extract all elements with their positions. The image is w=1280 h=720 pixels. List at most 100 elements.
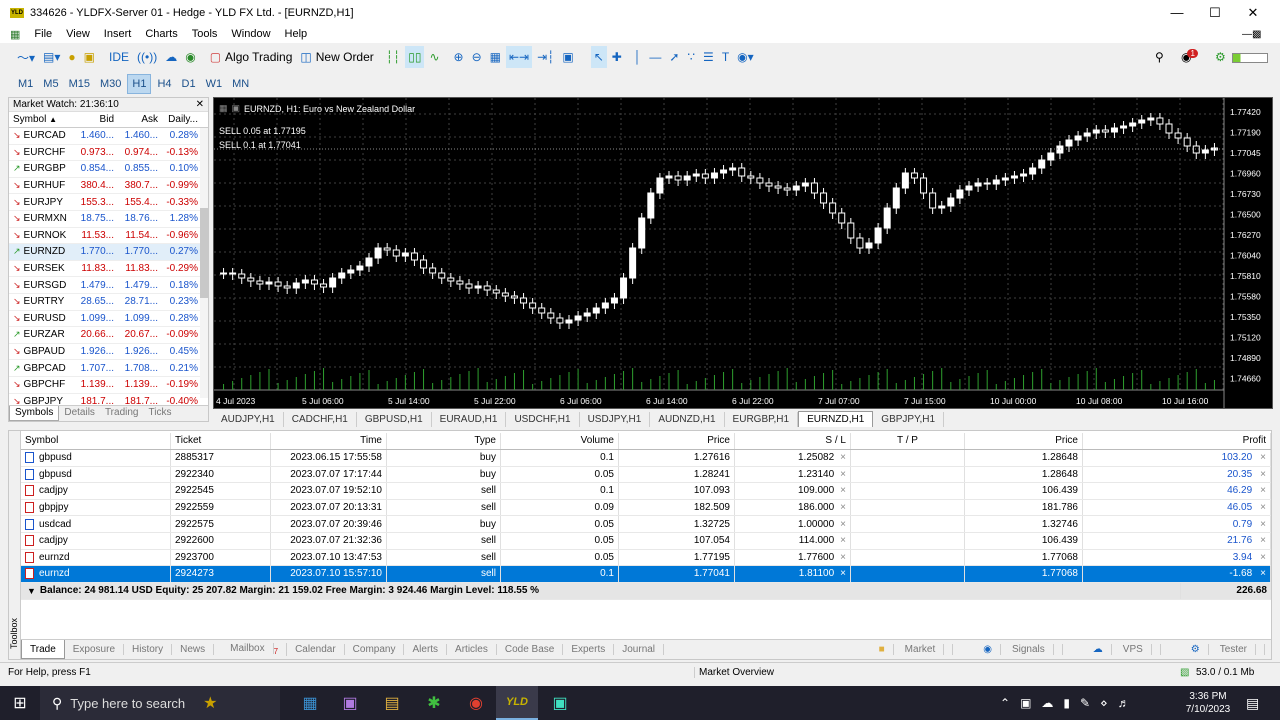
market-watch-row[interactable]: ↘ EURHUF 380.4... 380.7... -0.99%: [9, 178, 208, 195]
candlestick-icon[interactable]: ▯▯: [405, 46, 425, 68]
market-watch-row[interactable]: ↘ EURCAD 1.460... 1.460... 0.28%: [9, 128, 208, 145]
col-header[interactable]: T / P: [851, 433, 965, 449]
market-watch-row[interactable]: ↘ EURSGD 1.479... 1.479... 0.18%: [9, 277, 208, 294]
toolbox-tab[interactable]: Company: [345, 644, 405, 655]
trade-row[interactable]: gbpusd 2922340 2023.07.07 17:17:44 buy 0.05 1…: [21, 466, 1271, 484]
menu-view[interactable]: View: [66, 28, 90, 40]
market-watch-row[interactable]: ↘ EURMXN 18.75... 18.76... 1.28%: [9, 211, 208, 228]
trendline-icon[interactable]: ➚: [666, 46, 682, 68]
chart-tab[interactable]: EURAUD,H1: [432, 411, 507, 427]
chart-tab[interactable]: USDJPY,H1: [580, 411, 651, 427]
bag-icon[interactable]: ▣: [81, 46, 98, 68]
remove-sl-icon[interactable]: ×: [840, 535, 846, 546]
remove-sl-icon[interactable]: ×: [840, 552, 846, 563]
close-position-icon[interactable]: ×: [1260, 452, 1266, 463]
toolbox-link[interactable]: ⚙ Tester: [1175, 644, 1265, 655]
toolbox-link[interactable]: ■ Market: [863, 644, 954, 655]
chart-tab[interactable]: AUDJPY,H1: [213, 411, 284, 427]
toolbox-tab[interactable]: Calendar: [287, 644, 345, 655]
close-position-icon[interactable]: ×: [1260, 552, 1266, 563]
col-bid-header[interactable]: Bid: [73, 114, 116, 125]
market-watch-row[interactable]: ↗ GBPCAD 1.707... 1.708... 0.21%: [9, 360, 208, 377]
app-menu-icon[interactable]: ▦: [10, 28, 20, 41]
coins-icon[interactable]: ●: [65, 46, 78, 68]
calculator-icon[interactable]: ▦: [292, 693, 328, 713]
col-header[interactable]: Price: [619, 433, 735, 449]
zoom-out-icon[interactable]: ⊖: [469, 46, 485, 68]
market-watch-row[interactable]: ↘ GBPCHF 1.139... 1.139... -0.19%: [9, 377, 208, 394]
tf-h4[interactable]: H4: [153, 74, 175, 94]
new-order-button[interactable]: ◫ New Order: [297, 46, 376, 68]
toolbox-tab[interactable]: Articles: [447, 644, 497, 655]
col-header[interactable]: Ticket: [171, 433, 271, 449]
tab-details[interactable]: Details: [59, 406, 100, 421]
menu-window[interactable]: Window: [231, 28, 270, 40]
zoom-in-icon[interactable]: ⊕: [451, 46, 467, 68]
menu-file[interactable]: File: [34, 28, 52, 40]
action-center-icon[interactable]: ▤: [1246, 695, 1259, 712]
candlestick-chart[interactable]: 1.77420 1.77190 1.77045 1.76960 1.76730 1.765…: [214, 98, 1272, 408]
chart-menu-icon[interactable]: ▦: [219, 103, 228, 114]
col-header[interactable]: Time: [271, 433, 387, 449]
tray-wifi-icon[interactable]: ⋄: [1100, 696, 1108, 710]
taskbar-search[interactable]: ⚲ Type here to search ★: [40, 686, 280, 720]
toolbox-tab[interactable]: News: [172, 644, 215, 655]
chart-shift-icon[interactable]: ⇥┆: [534, 46, 557, 68]
chart-tab[interactable]: GBPJPY,H1: [873, 411, 945, 427]
grid-icon[interactable]: ▦: [487, 46, 504, 68]
market-watch-row[interactable]: ↘ EURNOK 11.53... 11.54... -0.96%: [9, 228, 208, 245]
market-watch-row[interactable]: ↘ GBPAUD 1.926... 1.926... 0.45%: [9, 344, 208, 361]
trade-row[interactable]: eurnzd 2923700 2023.07.10 13:47:53 sell 0.05…: [21, 549, 1271, 567]
menu-help[interactable]: Help: [285, 28, 308, 40]
menu-insert[interactable]: Insert: [104, 28, 132, 40]
market-watch-row[interactable]: ↗ EURZAR 20.66... 20.67... -0.09%: [9, 327, 208, 344]
chart-tab[interactable]: EURGBP,H1: [725, 411, 799, 427]
algo-trading-button[interactable]: ▢ Algo Trading: [207, 46, 296, 68]
col-header[interactable]: Symbol: [21, 433, 171, 449]
fibonacci-icon[interactable]: ☰: [700, 46, 717, 68]
crosshair-icon[interactable]: ✚: [609, 46, 625, 68]
minimize-icon[interactable]: —: [1158, 0, 1196, 25]
tray-pen-icon[interactable]: ✎: [1080, 696, 1090, 710]
col-symbol-header[interactable]: Symbol ▲: [9, 114, 73, 125]
menu-charts[interactable]: Charts: [145, 28, 177, 40]
market-watch-row[interactable]: ↗ EURNZD 1.770... 1.770... 0.27%: [9, 244, 208, 261]
col-header[interactable]: Volume: [501, 433, 619, 449]
tf-h1[interactable]: H1: [127, 74, 152, 94]
chrome-icon[interactable]: ◉: [456, 693, 496, 713]
tf-m5[interactable]: M5: [39, 74, 62, 94]
remove-sl-icon[interactable]: ×: [840, 568, 846, 579]
market-watch-row[interactable]: ↘ EURUSD 1.099... 1.099... 0.28%: [9, 311, 208, 328]
tab-ticks[interactable]: Ticks: [143, 406, 176, 421]
toolbox-tab[interactable]: Mailbox 7: [214, 643, 288, 656]
horizontal-line-icon[interactable]: —: [646, 46, 664, 68]
tf-mn[interactable]: MN: [228, 74, 253, 94]
close-position-icon[interactable]: ×: [1260, 502, 1266, 513]
balance-collapse-icon[interactable]: ▼: [27, 586, 36, 596]
market-watch-row[interactable]: ↘ EURTRY 28.65... 28.71... 0.23%: [9, 294, 208, 311]
toolbox-tab[interactable]: Alerts: [404, 644, 448, 655]
start-icon[interactable]: ⊞: [0, 693, 40, 713]
tf-m30[interactable]: M30: [96, 74, 125, 94]
search-icon[interactable]: ⚲: [1152, 46, 1167, 68]
text-tool-icon[interactable]: T: [719, 46, 732, 68]
scroll-thumb[interactable]: [200, 208, 208, 298]
col-daily-header[interactable]: Daily...: [160, 114, 200, 125]
maximize-icon[interactable]: ☐: [1196, 0, 1234, 25]
market-watch-row[interactable]: ↗ EURGBP 0.854... 0.855... 0.10%: [9, 161, 208, 178]
tab-symbols[interactable]: Symbols: [9, 406, 60, 421]
account-icon[interactable]: ⚙: [1212, 46, 1229, 68]
market-watch-row[interactable]: ↘ EURSEK 11.83... 11.83... -0.29%: [9, 261, 208, 278]
market-watch-scrollbar[interactable]: [200, 128, 208, 398]
remove-sl-icon[interactable]: ×: [840, 469, 846, 480]
remove-sl-icon[interactable]: ×: [840, 452, 846, 463]
close-position-icon[interactable]: ×: [1260, 568, 1266, 579]
market-watch-row[interactable]: ↘ EURCHF 0.973... 0.974... -0.13%: [9, 145, 208, 162]
channel-icon[interactable]: ∵: [684, 46, 698, 68]
tf-m15[interactable]: M15: [65, 74, 94, 94]
chart-tab[interactable]: CADCHF,H1: [284, 411, 357, 427]
toolbox-tab[interactable]: Experts: [563, 644, 615, 655]
col-header[interactable]: Profit: [1083, 433, 1271, 449]
toolbox-tab[interactable]: History: [124, 644, 173, 655]
remove-sl-icon[interactable]: ×: [840, 485, 846, 496]
